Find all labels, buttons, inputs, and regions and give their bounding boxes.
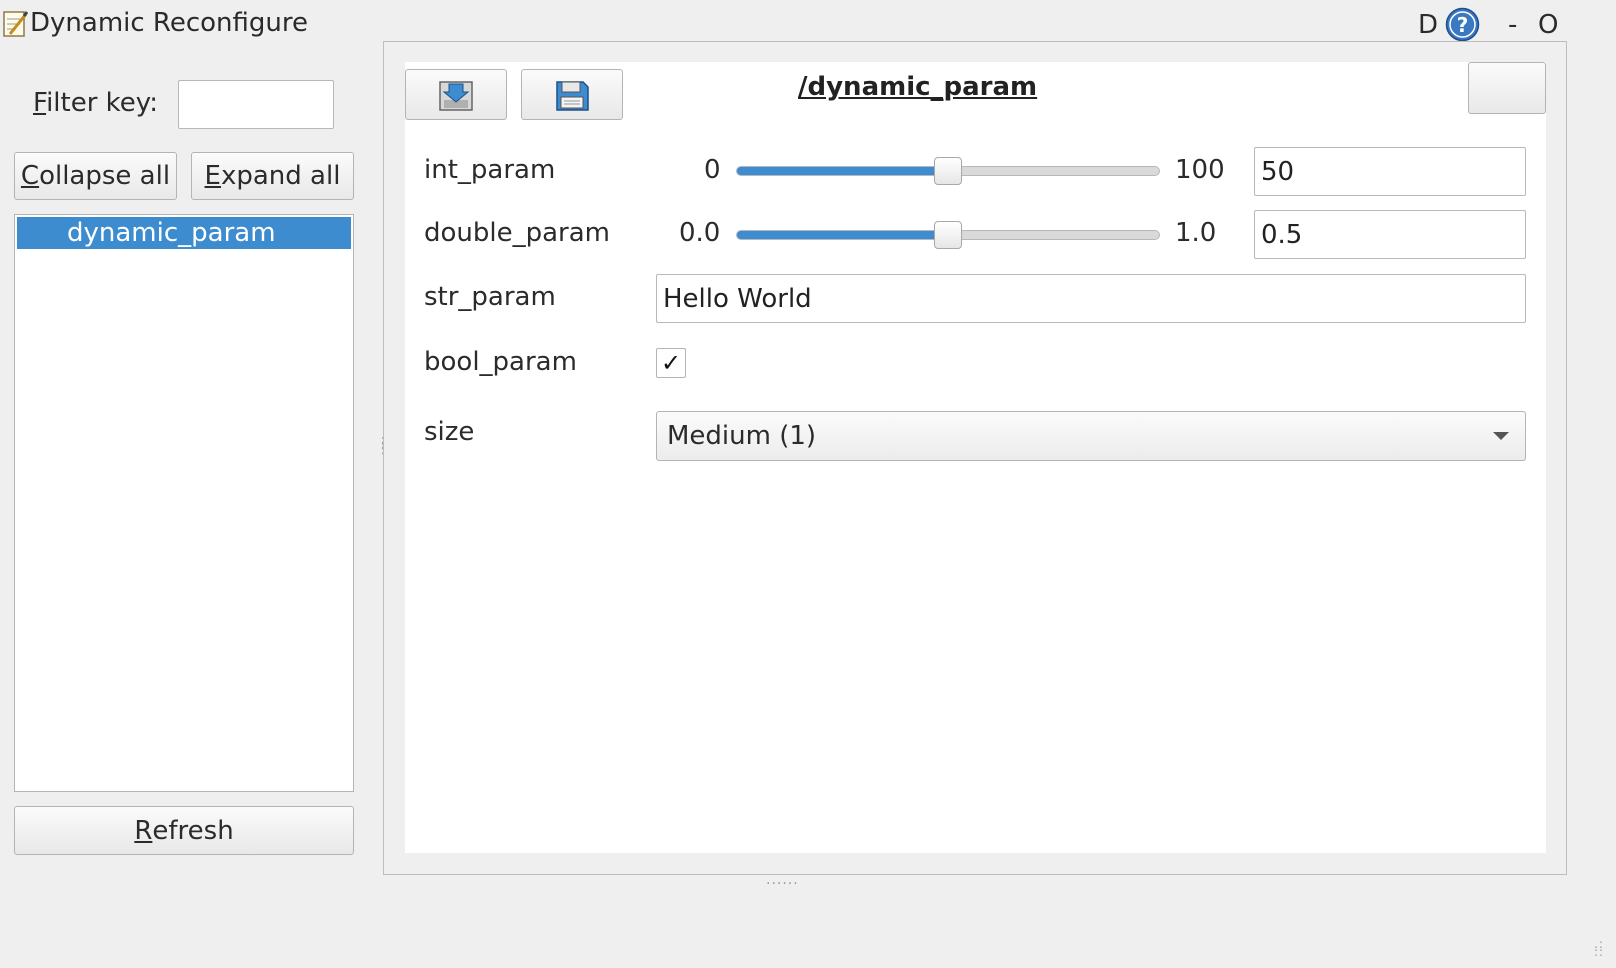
size-combobox[interactable]: Medium (1) — [656, 411, 1526, 461]
load-config-icon — [439, 80, 473, 111]
d-button[interactable]: D — [1418, 10, 1438, 40]
svg-text:?: ? — [1457, 13, 1469, 37]
save-button[interactable] — [521, 69, 623, 120]
window-title: Dynamic Reconfigure — [30, 8, 308, 38]
expand-all-button[interactable]: Expand all — [191, 152, 354, 200]
resize-grip-icon[interactable]: .::: — [1594, 938, 1604, 958]
int-param-slider-handle[interactable] — [934, 157, 962, 185]
double-param-min: 0.0 — [679, 218, 721, 248]
tree-item-dynamic-param[interactable]: dynamic_param — [17, 217, 351, 249]
node-name-title: /dynamic_param — [798, 72, 1038, 102]
bool-param-checkbox[interactable]: ✓ — [656, 348, 686, 378]
int-param-min: 0 — [704, 155, 721, 185]
double-param-slider-handle[interactable] — [934, 221, 962, 249]
refresh-button[interactable]: Refresh — [14, 806, 354, 855]
int-param-slider-fill — [737, 167, 948, 175]
horizontal-splitter-grip[interactable]: ······ — [766, 876, 799, 892]
int-param-slider[interactable] — [736, 157, 1160, 185]
load-button[interactable] — [405, 69, 507, 120]
str-param-value-field[interactable]: Hello World — [656, 274, 1526, 323]
double-param-slider[interactable] — [736, 221, 1160, 249]
minimize-button[interactable]: - — [1508, 10, 1517, 40]
size-label: size — [424, 417, 475, 447]
int-param-value-field[interactable]: 50 — [1254, 147, 1526, 196]
close-button[interactable]: O — [1538, 10, 1558, 40]
bool-param-label: bool_param — [424, 347, 577, 377]
double-param-slider-fill — [737, 231, 948, 239]
chevron-down-icon — [1493, 432, 1509, 440]
save-floppy-icon — [556, 80, 589, 111]
filter-key-label: Filter key: — [33, 88, 159, 118]
double-param-max: 1.0 — [1175, 218, 1217, 248]
node-tree[interactable]: dynamic_param — [14, 214, 354, 792]
vertical-splitter-grip[interactable]: ⋮⋮ — [376, 436, 390, 456]
collapse-all-button[interactable]: Collapse all — [14, 152, 177, 200]
help-question-icon[interactable]: ? — [1445, 7, 1480, 42]
str-param-label: str_param — [424, 282, 556, 312]
size-combobox-value: Medium (1) — [667, 421, 817, 451]
notepad-pencil-icon — [3, 11, 28, 37]
double-param-label: double_param — [424, 218, 610, 248]
double-param-value-field[interactable]: 0.5 — [1254, 210, 1526, 259]
close-node-button[interactable] — [1468, 62, 1546, 114]
int-param-label: int_param — [424, 155, 556, 185]
filter-key-input[interactable] — [178, 80, 334, 129]
int-param-max: 100 — [1175, 155, 1225, 185]
